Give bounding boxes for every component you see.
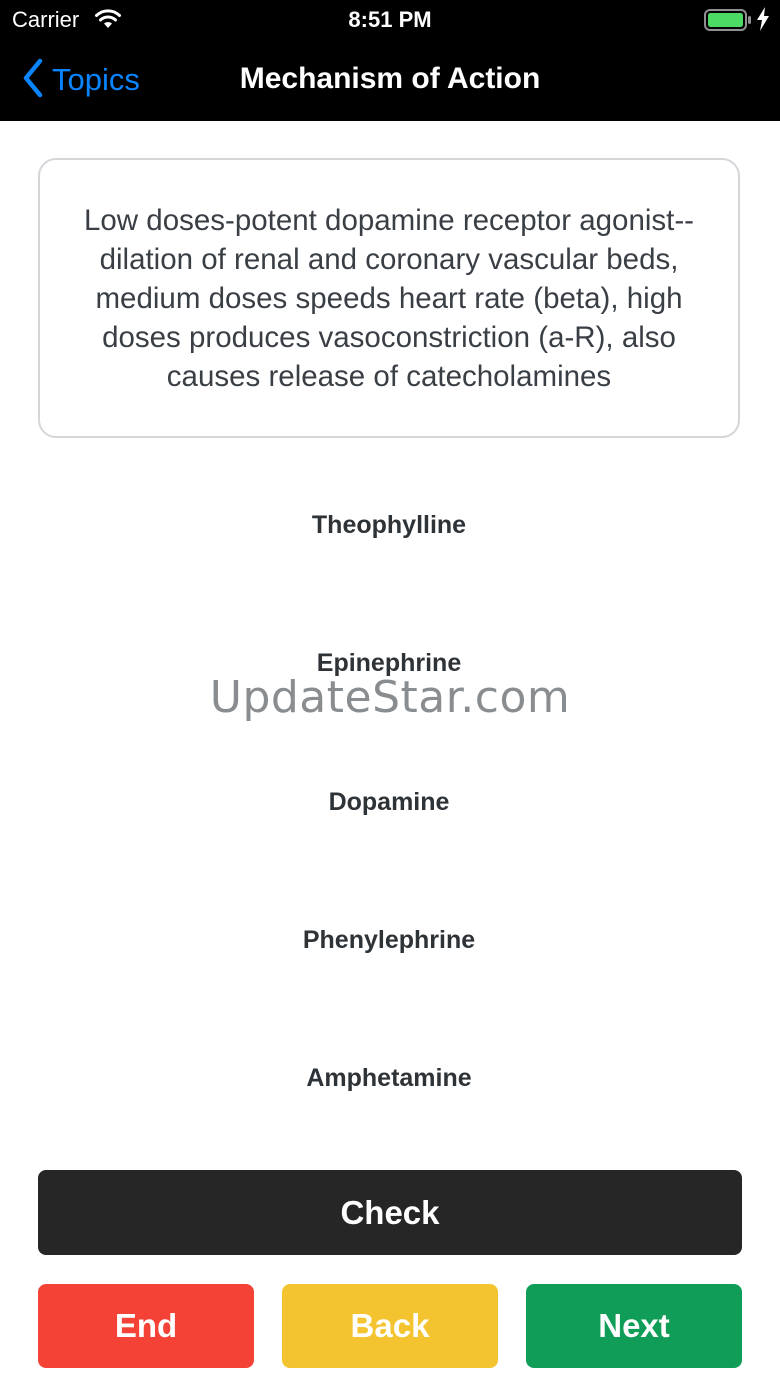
back-button[interactable]: Back: [282, 1284, 498, 1368]
battery-icon: [704, 9, 752, 36]
navigation-bar: Topics Mechanism of Action: [0, 40, 780, 121]
answer-option-phenylephrine[interactable]: Phenylephrine: [38, 910, 740, 970]
next-button[interactable]: Next: [526, 1284, 742, 1368]
answer-option-dopamine[interactable]: Dopamine: [38, 772, 740, 832]
page-title: Mechanism of Action: [239, 62, 541, 95]
status-time: 8:51 PM: [348, 7, 432, 32]
charging-bolt-icon: [756, 7, 770, 36]
end-button[interactable]: End: [38, 1284, 254, 1368]
question-text: Low doses-potent dopamine receptor agoni…: [83, 203, 695, 393]
answer-option-amphetamine[interactable]: Amphetamine: [38, 1048, 740, 1108]
check-button[interactable]: Check: [38, 1170, 742, 1255]
status-bar: Carrier 8:51 PM: [0, 0, 780, 40]
watermark: UpdateStar.com: [209, 672, 571, 723]
answer-option-theophylline[interactable]: Theophylline: [38, 495, 740, 555]
question-card: Low doses-potent dopamine receptor agoni…: [38, 158, 740, 438]
